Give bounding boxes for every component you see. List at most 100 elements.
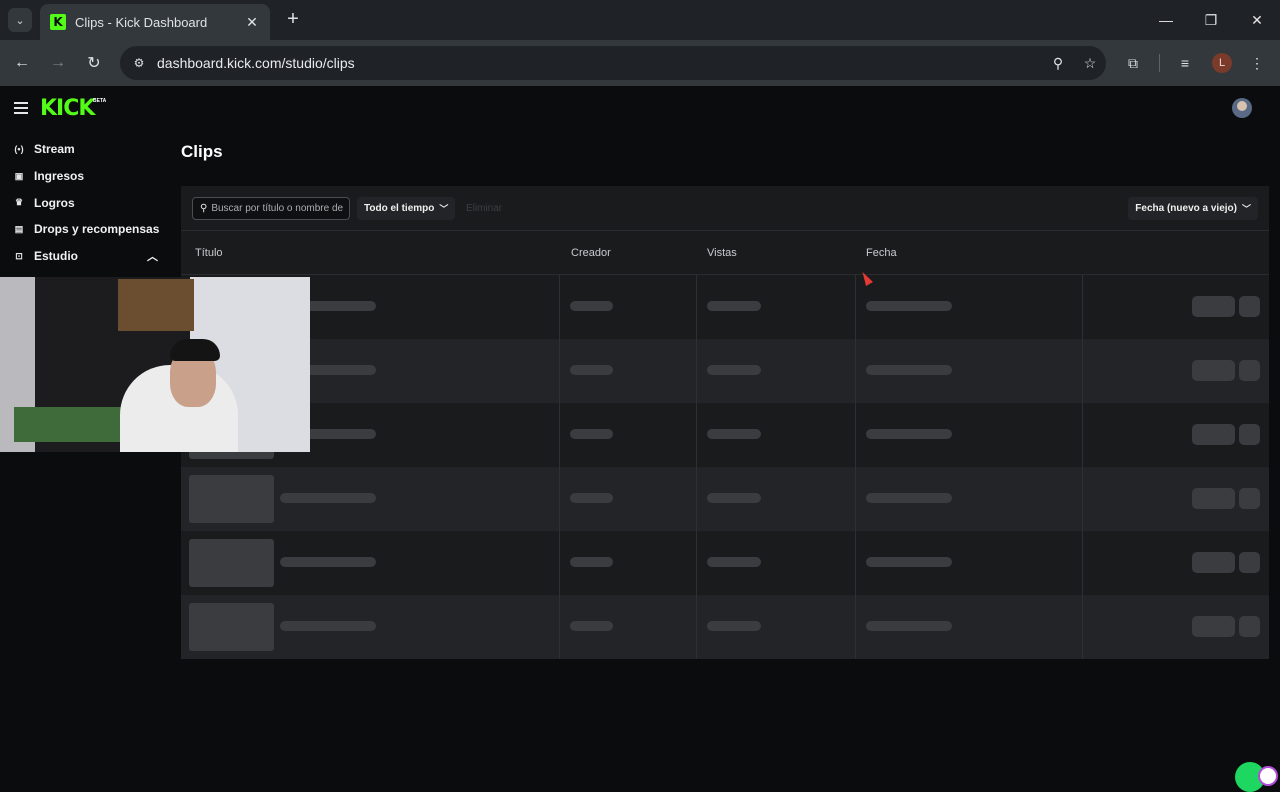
clip-thumbnail-placeholder	[189, 603, 274, 651]
tab-title: Clips - Kick Dashboard	[75, 14, 208, 30]
site-info-icon[interactable]: ⚙	[128, 52, 150, 74]
minimize-icon[interactable]: —	[1143, 0, 1189, 40]
column-divider	[559, 275, 560, 339]
table-row[interactable]	[181, 275, 1269, 339]
sidebar: (•) Stream ▣ Ingresos ♛ Logros ▤ Drops y…	[0, 136, 170, 269]
reload-icon[interactable]: ↻	[82, 51, 106, 75]
webcam-overlay	[0, 277, 310, 452]
column-divider	[1082, 531, 1083, 595]
restore-icon[interactable]: ❐	[1188, 0, 1234, 40]
row-action-placeholder	[1192, 552, 1235, 573]
cell-placeholder	[570, 301, 613, 311]
cell-placeholder	[570, 493, 613, 503]
cell-placeholder	[707, 301, 761, 311]
row-action-placeholder	[1239, 424, 1260, 445]
new-tab-icon[interactable]: +	[282, 8, 304, 30]
chevron-down-icon: ﹀	[1241, 204, 1251, 214]
cell-placeholder	[866, 493, 952, 503]
profile-avatar[interactable]: L	[1212, 53, 1232, 73]
column-divider	[559, 403, 560, 467]
sort-dropdown[interactable]: Fecha (nuevo a viejo) ﹀	[1128, 197, 1258, 220]
table-row[interactable]	[181, 467, 1269, 531]
user-avatar[interactable]	[1232, 98, 1252, 118]
column-divider	[696, 403, 697, 467]
row-action-placeholder	[1239, 488, 1260, 509]
menu-dots-icon[interactable]: ⋮	[1245, 51, 1269, 75]
trophy-icon: ♛	[14, 197, 24, 208]
assistant-icon[interactable]	[1258, 766, 1278, 786]
row-action-placeholder	[1192, 360, 1235, 381]
hamburger-menu-icon[interactable]	[14, 102, 28, 114]
table-row[interactable]	[181, 339, 1269, 403]
clip-thumbnail-placeholder	[189, 475, 274, 523]
toolbar-divider	[1159, 54, 1160, 72]
cell-placeholder	[570, 429, 613, 439]
sidebar-item-label: Ingresos	[34, 169, 85, 184]
cell-placeholder	[866, 365, 952, 375]
search-input[interactable]	[211, 203, 344, 214]
column-divider	[559, 595, 560, 659]
table-row[interactable]	[181, 531, 1269, 595]
url-text[interactable]: dashboard.kick.com/studio/clips	[157, 55, 1042, 71]
cell-placeholder	[280, 621, 376, 631]
search-field[interactable]: ⚲	[192, 197, 350, 220]
sidebar-item-stream[interactable]: (•) Stream	[0, 136, 170, 163]
chevron-up-icon[interactable]: ︿	[147, 248, 158, 264]
webcam-games	[14, 407, 124, 442]
time-filter-dropdown[interactable]: Todo el tiempo ﹀	[357, 197, 456, 220]
sidebar-item-label: Stream	[34, 142, 75, 157]
cell-placeholder	[866, 557, 952, 567]
cell-placeholder	[707, 429, 761, 439]
page-title: Clips	[181, 142, 223, 161]
tab-list-icon[interactable]: ⌄	[8, 8, 32, 32]
back-icon[interactable]: ←	[10, 51, 34, 75]
column-divider	[1082, 275, 1083, 339]
broadcast-icon: (•)	[14, 144, 24, 155]
address-bar[interactable]: ⚙ dashboard.kick.com/studio/clips ⚲ ☆	[120, 46, 1106, 80]
column-divider	[855, 339, 856, 403]
extensions-icon[interactable]: ⧉	[1121, 51, 1145, 75]
cell-placeholder	[570, 621, 613, 631]
sidebar-item-logros[interactable]: ♛ Logros	[0, 189, 170, 216]
sidebar-item-drops[interactable]: ▤ Drops y recompensas	[0, 216, 170, 243]
kick-logo[interactable]: KICK	[40, 96, 95, 121]
cell-placeholder	[280, 493, 376, 503]
column-header-date[interactable]: Fecha	[866, 247, 897, 259]
column-divider	[1082, 595, 1083, 659]
row-action-placeholder	[1192, 488, 1235, 509]
column-divider	[855, 595, 856, 659]
sidebar-item-ingresos[interactable]: ▣ Ingresos	[0, 163, 170, 190]
browser-tab[interactable]: K Clips - Kick Dashboard ✕	[40, 4, 270, 40]
row-action-placeholder	[1239, 296, 1260, 317]
column-divider	[696, 595, 697, 659]
table-row[interactable]	[181, 595, 1269, 659]
cell-placeholder	[707, 557, 761, 567]
row-action-placeholder	[1192, 616, 1235, 637]
bookmark-star-icon[interactable]: ☆	[1074, 51, 1106, 75]
column-divider	[696, 339, 697, 403]
cell-placeholder	[707, 493, 761, 503]
column-header-creator[interactable]: Creador	[571, 247, 611, 259]
column-header-title[interactable]: Título	[195, 247, 223, 259]
close-icon[interactable]: ✕	[242, 12, 262, 32]
browser-tab-bar: ⌄ K Clips - Kick Dashboard ✕ + — ❐ ✕	[0, 0, 1280, 40]
window-close-icon[interactable]: ✕	[1234, 0, 1280, 40]
forward-icon[interactable]: →	[46, 51, 70, 75]
table-body	[181, 275, 1269, 659]
cell-placeholder	[707, 621, 761, 631]
row-action-placeholder	[1239, 552, 1260, 573]
sidebar-item-estudio[interactable]: ⊡ Estudio ︿	[0, 243, 170, 270]
zoom-icon[interactable]: ⚲	[1042, 51, 1074, 75]
cell-placeholder	[707, 365, 761, 375]
delete-button[interactable]: Eliminar	[466, 197, 502, 220]
table-row[interactable]	[181, 403, 1269, 467]
column-divider	[1082, 467, 1083, 531]
column-divider	[855, 275, 856, 339]
column-divider	[559, 467, 560, 531]
cell-placeholder	[280, 557, 376, 567]
media-control-icon[interactable]: ≡	[1173, 51, 1197, 75]
gift-icon: ▤	[14, 223, 24, 234]
column-header-views[interactable]: Vistas	[707, 247, 737, 259]
column-divider	[855, 531, 856, 595]
column-divider	[855, 403, 856, 467]
